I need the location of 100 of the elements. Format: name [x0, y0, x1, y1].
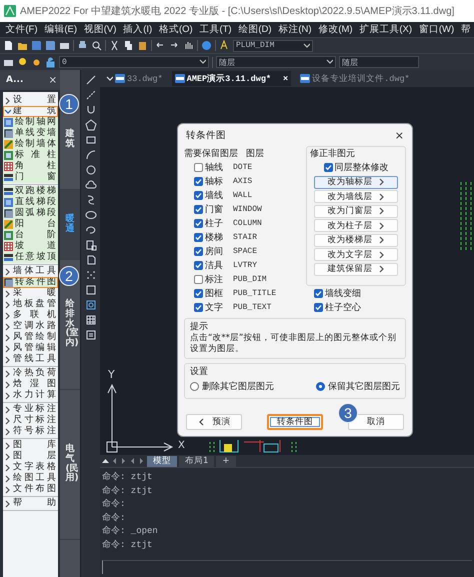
- menu-item[interactable]: 格式(O): [156, 23, 196, 36]
- close-button[interactable]: ×: [394, 128, 404, 142]
- ellipse-icon[interactable]: [84, 209, 96, 221]
- menu-item[interactable]: 工具(T): [196, 23, 235, 36]
- checkbox[interactable]: [324, 162, 332, 172]
- menu-item[interactable]: 窗口(W): [415, 23, 458, 36]
- checkbox[interactable]: [194, 218, 203, 228]
- panel-item[interactable]: 设 置: [3, 95, 58, 106]
- layer-dropdown[interactable]: 0: [59, 56, 209, 68]
- dialog-button[interactable]: 预演: [186, 414, 242, 430]
- panel-item[interactable]: 图 库: [3, 440, 58, 451]
- panel-item[interactable]: 地板盘管: [3, 299, 58, 310]
- cloud-icon[interactable]: [84, 179, 96, 191]
- panel-item[interactable]: 绘图工具: [3, 473, 58, 484]
- document-tab[interactable]: 设备专业培训文件.dwg*: [297, 71, 413, 86]
- panel-item[interactable]: 文字表格: [3, 462, 58, 473]
- pentagon-icon[interactable]: [84, 119, 96, 131]
- arc-icon[interactable]: [84, 149, 96, 161]
- panel-item[interactable]: 专业标注: [3, 404, 58, 415]
- panel-item[interactable]: 坡 道: [3, 241, 58, 252]
- save-as-icon[interactable]: [45, 40, 56, 51]
- layer-button[interactable]: 建筑保留层: [314, 262, 398, 276]
- point-icon[interactable]: [84, 269, 96, 281]
- radio-button[interactable]: [190, 382, 199, 391]
- checkbox[interactable]: [194, 190, 203, 200]
- polyline-icon[interactable]: [84, 89, 96, 101]
- panel-item[interactable]: 帮 助: [3, 498, 58, 509]
- checkbox[interactable]: [194, 288, 203, 298]
- layer-button[interactable]: 改为轴标层: [314, 176, 398, 188]
- checkbox[interactable]: [194, 204, 203, 214]
- menu-item[interactable]: 文件(F): [2, 23, 41, 36]
- menu-item[interactable]: 标注(N): [274, 23, 315, 36]
- checkbox[interactable]: [194, 162, 203, 172]
- color-dropdown[interactable]: 随层: [216, 56, 336, 68]
- panel-item[interactable]: 任意坡顶: [3, 252, 58, 263]
- menu-item[interactable]: 扩展工具(X): [356, 23, 416, 36]
- ellipse-arc-icon[interactable]: [84, 224, 96, 236]
- circle-icon[interactable]: [84, 164, 96, 176]
- panel-item[interactable]: 风管编辑: [3, 343, 58, 354]
- checkbox[interactable]: [194, 246, 203, 256]
- panel-item[interactable]: 阳 台: [3, 219, 58, 230]
- layer-button[interactable]: 改为柱子层: [314, 219, 398, 232]
- zoom-icon[interactable]: [91, 40, 102, 51]
- panel-item[interactable]: 空调水路: [3, 321, 58, 332]
- checkbox[interactable]: [194, 232, 203, 242]
- panel-item[interactable]: 符号标注: [3, 426, 58, 437]
- checkbox[interactable]: [194, 274, 203, 284]
- multiline-text-icon[interactable]: [84, 329, 96, 341]
- region-icon[interactable]: [84, 299, 96, 311]
- lock-icon[interactable]: [45, 56, 56, 68]
- dialog-button[interactable]: 转条件图: [267, 414, 323, 430]
- rectangle-icon[interactable]: [84, 134, 96, 146]
- panel-item[interactable]: 风管绘制: [3, 332, 58, 343]
- layer-button[interactable]: 改为墙线层: [314, 190, 398, 203]
- panel-item[interactable]: 文件布图: [3, 484, 58, 495]
- panel-item[interactable]: 焓 湿 图: [3, 379, 58, 390]
- layer-button[interactable]: 改为文字层: [314, 248, 398, 261]
- panel-item[interactable]: 冷热负荷: [3, 368, 58, 379]
- checkbox[interactable]: [314, 288, 323, 298]
- layout-tab[interactable]: +: [216, 456, 236, 466]
- folder-icon[interactable]: [17, 40, 28, 51]
- text-style-icon[interactable]: [219, 40, 230, 51]
- menu-item[interactable]: 视图(V): [80, 23, 120, 36]
- panel-item[interactable]: 台 阶: [3, 230, 58, 241]
- panel-item[interactable]: 绘制轴网: [3, 117, 58, 128]
- new-file-icon[interactable]: [3, 40, 14, 51]
- panel-item[interactable]: 图 层: [3, 451, 58, 462]
- panel-item[interactable]: 墙体工具: [3, 266, 58, 277]
- panel-item[interactable]: 水力计算: [3, 390, 58, 401]
- table-icon[interactable]: [84, 314, 96, 326]
- layout-tab[interactable]: 布局1: [179, 456, 214, 466]
- panel-item[interactable]: 尺寸标注: [3, 415, 58, 426]
- document-tab[interactable]: AMEP演示3.11.dwg* ×: [172, 71, 292, 86]
- panel-item[interactable]: 标 准 柱: [3, 150, 58, 161]
- arc-icon[interactable]: [84, 104, 96, 116]
- checkbox[interactable]: [314, 302, 323, 312]
- checkbox[interactable]: [194, 302, 203, 312]
- close-button[interactable]: ×: [48, 74, 57, 86]
- menu-item[interactable]: 绘图(D): [235, 23, 275, 36]
- printer-icon[interactable]: [77, 40, 88, 51]
- menu-item[interactable]: 插入(I): [120, 23, 156, 36]
- checkbox[interactable]: [194, 260, 203, 270]
- close-button[interactable]: ×: [283, 74, 288, 84]
- menu-item[interactable]: 修改(M): [314, 23, 356, 36]
- layer-button[interactable]: 改为门窗层: [314, 204, 398, 218]
- menu-item[interactable]: 编辑(E): [40, 23, 80, 36]
- line-icon[interactable]: [84, 74, 96, 86]
- panel-item[interactable]: 圆弧梯段: [3, 208, 58, 219]
- panel-item[interactable]: 多 联 机: [3, 310, 58, 321]
- radio-button[interactable]: [316, 382, 325, 391]
- command-input[interactable]: [102, 560, 472, 574]
- panel-item[interactable]: 单线变墙: [3, 128, 58, 139]
- layer-button[interactable]: 改为楼梯层: [314, 234, 398, 246]
- panel-item[interactable]: 绘制墙体: [3, 139, 58, 150]
- text-style-dropdown[interactable]: PLUM_DIM: [233, 40, 313, 52]
- checkbox[interactable]: [194, 176, 203, 186]
- panel-item[interactable]: 采 暖: [3, 288, 58, 299]
- insert-block-icon[interactable]: [84, 239, 96, 251]
- paste-icon[interactable]: [137, 40, 148, 51]
- side-tab[interactable]: 建筑: [66, 130, 74, 150]
